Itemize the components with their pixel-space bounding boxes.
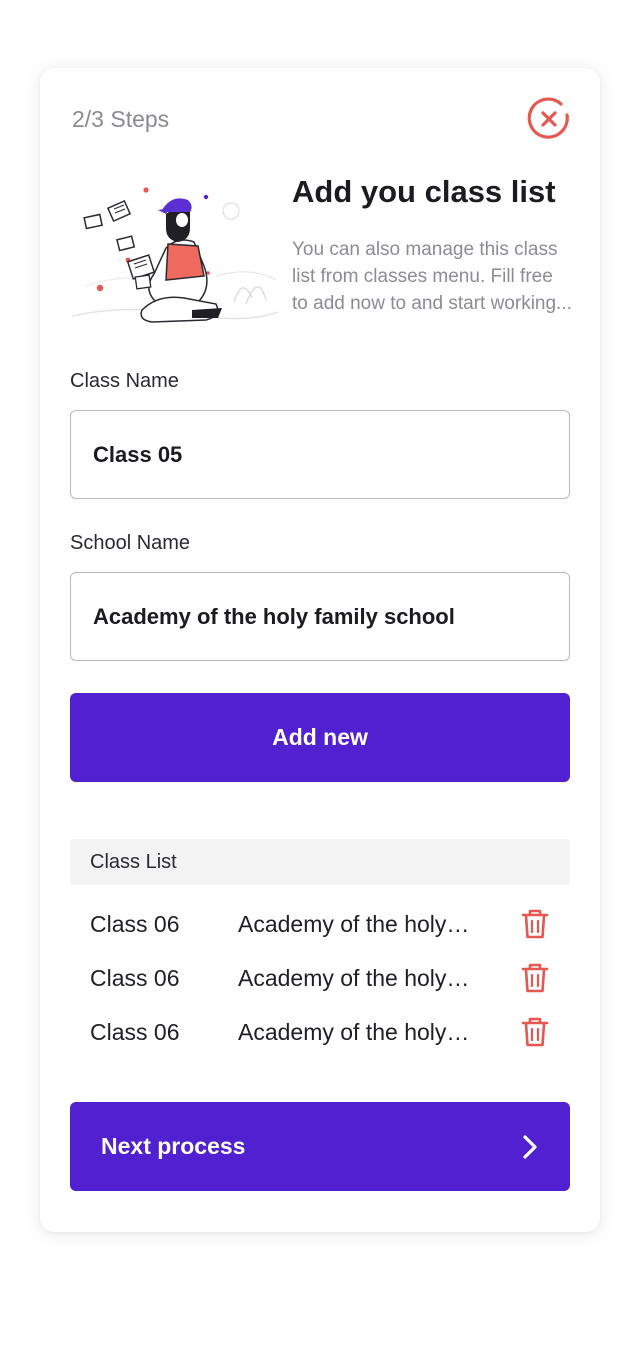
row-class-name: Class 06 — [90, 964, 180, 991]
next-process-label: Next process — [101, 1133, 246, 1159]
step-indicator: 2/3 Steps — [72, 106, 170, 132]
trash-icon[interactable] — [521, 1016, 549, 1048]
step-card: 2/3 Steps Add you class list You can als… — [40, 68, 600, 1232]
trash-icon[interactable] — [521, 962, 549, 994]
row-class-name: Class 06 — [90, 1018, 180, 1045]
row-class-name: Class 06 — [90, 910, 180, 937]
class-name-input[interactable] — [70, 410, 570, 499]
class-list-header: Class List — [70, 839, 570, 885]
school-name-label: School Name — [70, 532, 191, 554]
page-description: You can also manage this class list from… — [292, 239, 572, 314]
class-list-row: Class 06 Academy of the holy family scho… — [70, 897, 570, 951]
class-list-title: Class List — [90, 850, 177, 873]
row-school-name: Academy of the holy family school — [238, 1018, 470, 1045]
school-name-input[interactable] — [70, 572, 570, 661]
page-title: Add you class list — [292, 174, 556, 209]
chevron-right-icon — [523, 1135, 537, 1159]
trash-icon[interactable] — [521, 908, 549, 940]
row-school-name: Academy of the holy family school — [238, 964, 470, 991]
class-name-label: Class Name — [70, 370, 179, 392]
add-new-button[interactable]: Add new — [70, 693, 570, 782]
row-school-name: Academy of the holy family school — [238, 910, 470, 937]
class-list-row: Class 06 Academy of the holy family scho… — [70, 1005, 570, 1059]
close-icon[interactable] — [526, 96, 572, 142]
class-list-row: Class 06 Academy of the holy family scho… — [70, 951, 570, 1005]
next-process-button[interactable]: Next process — [70, 1102, 570, 1191]
reading-person-illustration — [71, 187, 279, 323]
